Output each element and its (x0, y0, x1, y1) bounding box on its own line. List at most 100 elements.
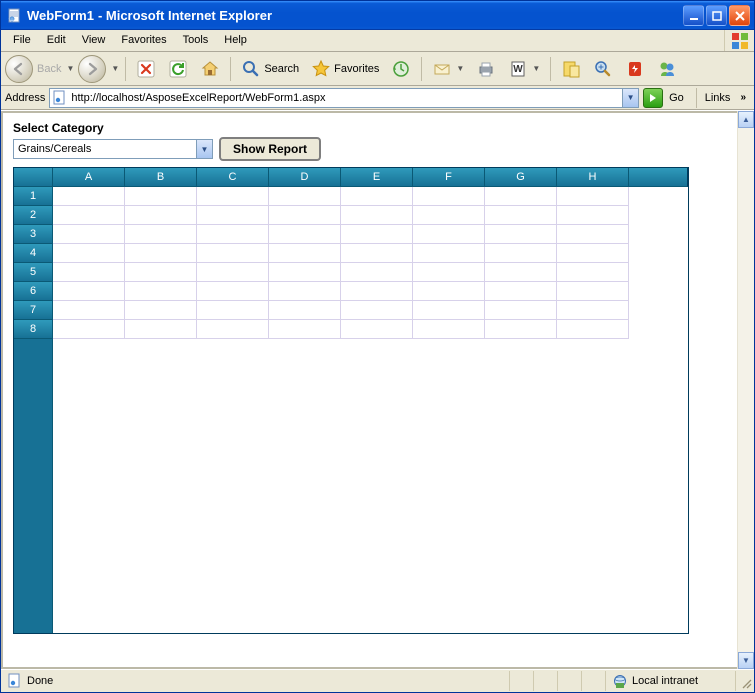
cell[interactable] (341, 206, 413, 225)
cell[interactable] (557, 301, 629, 320)
cell[interactable] (341, 282, 413, 301)
col-header-h[interactable]: H (557, 168, 629, 187)
close-button[interactable] (729, 5, 750, 26)
cell[interactable] (557, 225, 629, 244)
category-select[interactable]: Grains/Cereals ▼ (13, 139, 213, 159)
select-dropdown-icon[interactable]: ▼ (196, 140, 212, 158)
search-button[interactable]: Search (237, 57, 303, 81)
cell[interactable] (485, 282, 557, 301)
cell[interactable] (341, 244, 413, 263)
cell[interactable] (197, 301, 269, 320)
cell[interactable] (125, 282, 197, 301)
cell[interactable] (197, 282, 269, 301)
cell[interactable] (125, 187, 197, 206)
address-dropdown-icon[interactable]: ▼ (622, 89, 638, 107)
favorites-button[interactable]: Favorites (307, 57, 383, 81)
cell[interactable] (413, 263, 485, 282)
row-header[interactable]: 5 (14, 263, 53, 282)
cell[interactable] (341, 320, 413, 339)
mail-button[interactable]: ▼ (428, 57, 468, 81)
scroll-down-icon[interactable]: ▼ (738, 652, 754, 669)
cell[interactable] (413, 320, 485, 339)
cell[interactable] (485, 263, 557, 282)
go-button[interactable] (643, 88, 663, 108)
cell[interactable] (485, 206, 557, 225)
stop-button[interactable] (132, 57, 160, 81)
minimize-button[interactable] (683, 5, 704, 26)
cell[interactable] (125, 320, 197, 339)
cell[interactable] (269, 206, 341, 225)
research-button[interactable] (589, 57, 617, 81)
cell[interactable] (269, 320, 341, 339)
row-header[interactable]: 1 (14, 187, 53, 206)
menu-help[interactable]: Help (216, 30, 255, 51)
cell[interactable] (197, 263, 269, 282)
cell[interactable] (413, 282, 485, 301)
cell[interactable] (485, 225, 557, 244)
col-header-b[interactable]: B (125, 168, 197, 187)
cell[interactable] (197, 225, 269, 244)
cell[interactable] (269, 244, 341, 263)
cell[interactable] (269, 301, 341, 320)
cell[interactable] (341, 263, 413, 282)
cell[interactable] (557, 320, 629, 339)
menu-favorites[interactable]: Favorites (113, 30, 174, 51)
sheet-corner[interactable] (14, 168, 53, 187)
history-button[interactable] (387, 57, 415, 81)
cell[interactable] (341, 225, 413, 244)
row-header[interactable]: 3 (14, 225, 53, 244)
cell[interactable] (125, 244, 197, 263)
col-header-c[interactable]: C (197, 168, 269, 187)
cell[interactable] (53, 244, 125, 263)
scroll-up-icon[interactable]: ▲ (738, 111, 754, 128)
cell[interactable] (53, 263, 125, 282)
vertical-scrollbar[interactable]: ▲ ▼ (737, 111, 754, 669)
cell[interactable] (557, 263, 629, 282)
java-button[interactable] (621, 57, 649, 81)
print-button[interactable] (472, 57, 500, 81)
cell[interactable] (53, 301, 125, 320)
refresh-button[interactable] (164, 57, 192, 81)
row-header[interactable]: 4 (14, 244, 53, 263)
menu-edit[interactable]: Edit (39, 30, 74, 51)
cell[interactable] (557, 282, 629, 301)
discuss-button[interactable] (557, 57, 585, 81)
cell[interactable] (485, 301, 557, 320)
cell[interactable] (341, 301, 413, 320)
menu-file[interactable]: File (5, 30, 39, 51)
cell[interactable] (125, 301, 197, 320)
cell[interactable] (269, 263, 341, 282)
row-header[interactable]: 6 (14, 282, 53, 301)
messenger-button[interactable] (653, 57, 681, 81)
menu-view[interactable]: View (74, 30, 114, 51)
cell[interactable] (269, 187, 341, 206)
maximize-button[interactable] (706, 5, 727, 26)
back-dropdown-icon[interactable]: ▼ (66, 64, 74, 73)
cell[interactable] (341, 187, 413, 206)
back-button[interactable] (5, 55, 33, 83)
row-header[interactable]: 7 (14, 301, 53, 320)
cell[interactable] (197, 320, 269, 339)
cell[interactable] (485, 320, 557, 339)
cell[interactable] (413, 244, 485, 263)
cell[interactable] (53, 320, 125, 339)
cell[interactable] (413, 225, 485, 244)
cell[interactable] (53, 282, 125, 301)
cell[interactable] (557, 244, 629, 263)
cell[interactable] (269, 225, 341, 244)
cell[interactable] (413, 301, 485, 320)
cell[interactable] (53, 187, 125, 206)
cell[interactable] (53, 206, 125, 225)
menu-tools[interactable]: Tools (175, 30, 217, 51)
cell[interactable] (53, 225, 125, 244)
row-header[interactable]: 2 (14, 206, 53, 225)
cell[interactable] (413, 206, 485, 225)
resize-grip-icon[interactable] (736, 671, 754, 691)
show-report-button[interactable]: Show Report (219, 137, 321, 161)
address-input[interactable]: http://localhost/AsposeExcelReport/WebFo… (49, 88, 639, 108)
col-header-f[interactable]: F (413, 168, 485, 187)
cell[interactable] (125, 263, 197, 282)
cell[interactable] (197, 187, 269, 206)
cell[interactable] (197, 206, 269, 225)
cell[interactable] (413, 187, 485, 206)
